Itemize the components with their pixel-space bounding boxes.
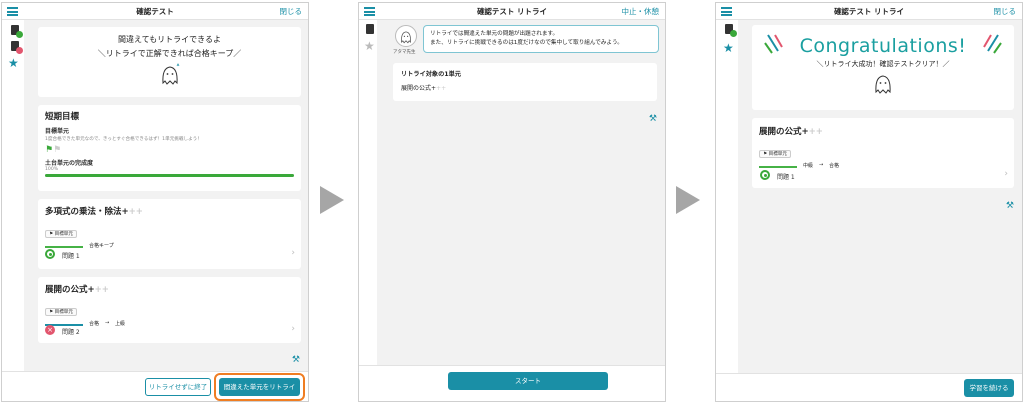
target-unit: 展開の公式 <box>401 85 432 92</box>
bottom-bar: 学習を続ける <box>716 373 1022 401</box>
status-text: 合格キープ <box>89 243 114 249</box>
screen-title: 確認テスト リトライ <box>476 7 548 16</box>
unit-card-polynomial[interactable]: 多項式の乗法・除法+++ ⚑ 目標単元 合格キープ 問題 1 › <box>38 199 301 269</box>
question-label: 問題 1 <box>62 253 80 260</box>
chevron-right-icon[interactable]: › <box>291 324 295 334</box>
pause-link[interactable]: 中止・休憩 <box>622 6 660 17</box>
sidebar: ★ <box>359 20 377 401</box>
continue-learning-button[interactable]: 学習を続ける <box>964 379 1014 397</box>
screen-title: 確認テスト <box>136 7 174 16</box>
sidebar: ★ <box>2 20 24 401</box>
correct-icon <box>45 249 55 259</box>
character-icon <box>161 63 179 85</box>
level-to: 合格 <box>829 163 840 169</box>
screen-confirm-test: 確認テスト 閉じる ★ 間違えてもリトライできるよ ＼リトライで正解できれば合格… <box>1 2 309 402</box>
speech-bubble: リトライでは間違えた単元の問題が出題されます。 また、リトライに挑戦できるのは1… <box>423 25 659 53</box>
completion-bar <box>45 174 294 177</box>
message-line2: また、リトライに挑戦できるのは1度だけなので集中して取り組んでみよう。 <box>430 40 623 46</box>
level-to: 上級 <box>115 321 126 327</box>
top-bar: 確認テスト リトライ 閉じる <box>716 3 1022 20</box>
bottom-bar: リトライせずに終了 間違えた単元をリトライ <box>2 371 308 401</box>
character-icon <box>401 31 411 44</box>
bottom-bar: スタート <box>359 365 665 401</box>
plus-mark: + <box>801 127 809 137</box>
plus-mark: + <box>121 207 129 217</box>
star-icon[interactable]: ★ <box>8 57 19 69</box>
tools-icon[interactable]: ⚒ <box>649 114 657 124</box>
unit-title: 展開の公式 <box>45 285 88 295</box>
document-icon[interactable] <box>366 24 374 34</box>
sidebar: ★ <box>716 20 738 401</box>
wrong-icon: × <box>45 325 55 335</box>
unit-title: 多項式の乗法・除法 <box>45 207 122 217</box>
target-unit-tag: ⚑ 目標単元 <box>45 230 77 238</box>
plus-dim-mark: ++ <box>436 85 447 92</box>
document-icon[interactable] <box>725 24 737 37</box>
goal-unit-desc: 1度合格できた単元なので、きっとすぐ合格できるはず！1単元挑戦しよう！ <box>45 137 202 142</box>
completion-track <box>45 174 294 177</box>
progress-dots: 合格キープ <box>45 242 294 252</box>
chevron-right-icon[interactable]: › <box>291 248 295 258</box>
next-arrow-icon <box>320 186 344 214</box>
screen-retry-success: 確認テスト リトライ 閉じる ★ Congratulations! ＼リトライ大… <box>715 2 1023 402</box>
speaker-name: アタマ先生 <box>393 50 416 55</box>
retry-target-card: リトライ対象の1単元 展開の公式+++ <box>393 63 657 101</box>
flag-icon: ⚑ <box>45 145 54 155</box>
character-icon <box>875 75 891 94</box>
confetti-right-icon <box>983 34 1002 54</box>
congrats-card: Congratulations! ＼リトライ大成功！確認テストクリア！／ <box>752 25 1014 110</box>
arrow-right-icon: → <box>819 162 824 168</box>
screen-retry-intro: 確認テスト リトライ 中止・休憩 ★ アタマ先生 リトライでは間違えた単元の問題… <box>358 2 666 402</box>
banner-line2: ＼リトライで正解できれば合格キープ／ <box>97 49 242 58</box>
progress-dots: 合格 → 上級 <box>45 320 294 330</box>
goal-heading: 短期目標 <box>45 112 80 122</box>
plus-dim-mark: ++ <box>808 127 823 137</box>
confetti-left-icon <box>764 34 783 54</box>
banner-card: 間違えてもリトライできるよ ＼リトライで正解できれば合格キープ／ <box>38 27 301 97</box>
target-heading: リトライ対象の1単元 <box>401 71 461 78</box>
screen-title: 確認テスト リトライ <box>833 7 905 16</box>
top-bar: 確認テスト 閉じる <box>2 3 308 20</box>
target-unit-tag: ⚑ 目標単元 <box>759 150 791 158</box>
message-line1: リトライでは間違えた単元の問題が出題されます。 <box>430 31 559 37</box>
level-from: 中級 <box>803 163 814 169</box>
close-link[interactable]: 閉じる <box>994 6 1017 17</box>
unit-title: 展開の公式 <box>759 127 802 137</box>
plus-mark: + <box>87 285 95 295</box>
star-icon[interactable]: ★ <box>723 42 734 54</box>
congrats-sub: ＼リトライ大成功！確認テストクリア！／ <box>816 60 950 68</box>
tools-icon[interactable]: ⚒ <box>1006 201 1014 211</box>
question-label: 問題 2 <box>62 329 80 336</box>
completion-label: 土台単元の完成度 <box>45 160 94 167</box>
arrow-right-icon: → <box>105 320 110 326</box>
correct-icon <box>760 170 770 180</box>
flag-icon: ⚑ <box>53 145 62 155</box>
star-icon[interactable]: ★ <box>364 40 375 52</box>
plus-dim-mark: ++ <box>94 285 109 295</box>
top-bar: 確認テスト リトライ 中止・休憩 <box>359 3 665 20</box>
end-without-retry-button[interactable]: リトライせずに終了 <box>145 378 211 396</box>
document-icon[interactable] <box>11 41 23 54</box>
level-from: 合格 <box>89 321 100 327</box>
congrats-text: Congratulations! <box>799 35 967 57</box>
flag-icons: ⚑⚑ <box>45 145 294 155</box>
start-button[interactable]: スタート <box>448 372 608 390</box>
banner-line1: 間違えてもリトライできるよ <box>117 35 222 44</box>
close-link[interactable]: 閉じる <box>280 6 303 17</box>
retry-wrong-units-button[interactable]: 間違えた単元をリトライ <box>219 378 300 396</box>
unit-card-expansion[interactable]: 展開の公式+++ ⚑ 目標単元 合格 → 上級 × 問題 2 › <box>38 277 301 343</box>
teacher-avatar <box>395 25 417 47</box>
completion-value: 100% <box>45 167 59 172</box>
target-unit-tag: ⚑ 目標単元 <box>45 308 77 316</box>
unit-card-expansion[interactable]: 展開の公式+++ ⚑ 目標単元 中級 → 合格 問題 1 › <box>752 118 1014 188</box>
chevron-right-icon[interactable]: › <box>1004 169 1008 179</box>
next-arrow-icon <box>676 186 700 214</box>
short-term-goal-card: 短期目標 目標単元 1度合格できた単元なので、きっとすぐ合格できるはず！1単元挑… <box>38 105 301 191</box>
progress-dots: 中級 → 合格 <box>759 162 1007 172</box>
goal-unit-label: 目標単元 <box>45 128 70 135</box>
question-label: 問題 1 <box>777 174 795 181</box>
document-icon[interactable] <box>11 25 23 38</box>
tools-icon[interactable]: ⚒ <box>292 355 300 365</box>
plus-dim-mark: ++ <box>128 207 143 217</box>
